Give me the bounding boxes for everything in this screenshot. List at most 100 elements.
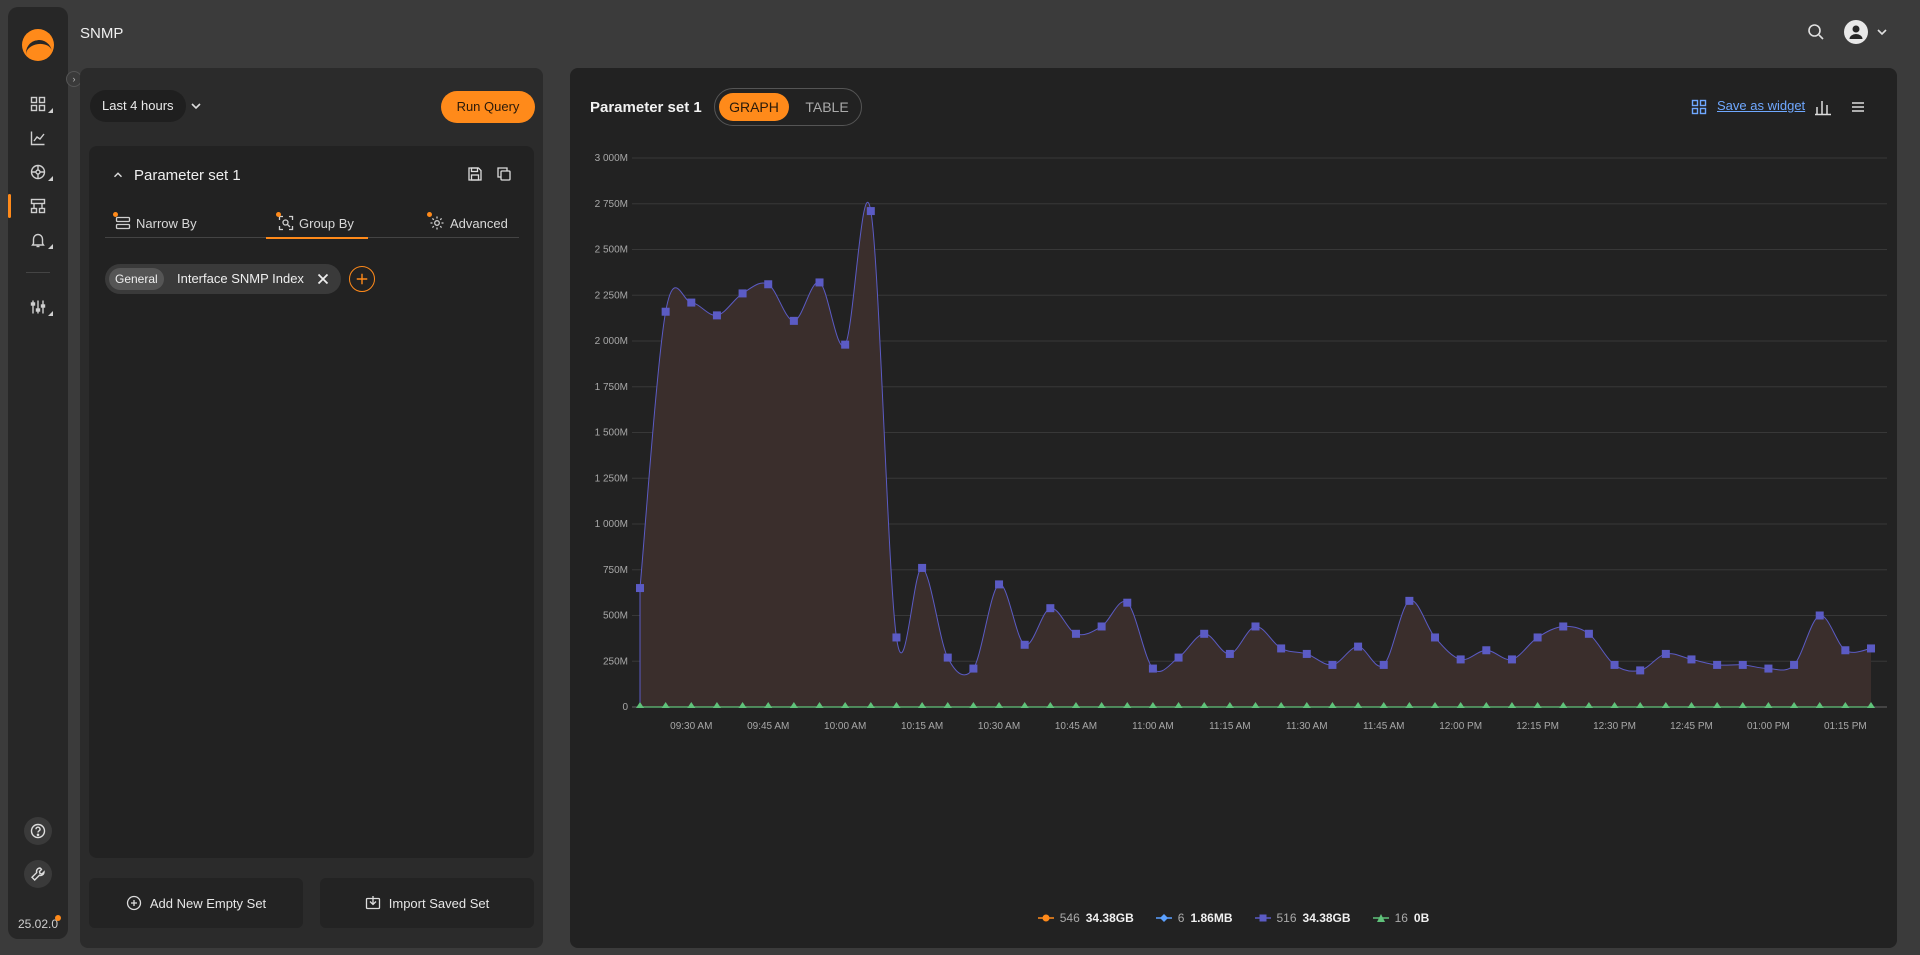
data-point-square: [1431, 633, 1440, 642]
x-tick-label: 10:30 AM: [978, 721, 1020, 732]
x-tick-label: 10:15 AM: [901, 721, 943, 732]
widget-icon[interactable]: [1691, 99, 1707, 115]
legend-label: 6: [1177, 911, 1185, 925]
parameter-set-card: Parameter set 1 Narrow By Group By Advan…: [89, 146, 534, 858]
data-point-square: [1251, 622, 1260, 631]
data-point-square: [1867, 644, 1875, 653]
data-point-square: [1097, 622, 1106, 631]
data-point-square: [1738, 660, 1747, 669]
area-chart: 0 250M 500M 750M 1 000M 1 250M 1 500M 1 750M 2 0…: [595, 153, 1887, 732]
data-point-square: [1354, 642, 1363, 651]
run-query-button[interactable]: Run Query: [441, 91, 535, 123]
x-tick-label: 11:00 AM: [1132, 721, 1174, 732]
legend-item[interactable]: 16 0B: [1372, 911, 1429, 925]
data-point-square: [815, 278, 824, 287]
data-point-square: [764, 280, 773, 289]
data-point-square: [866, 207, 875, 216]
hierarchy-icon: [30, 198, 46, 214]
close-icon[interactable]: [315, 271, 331, 287]
group-by-icon: [278, 215, 294, 231]
chevron-up-icon[interactable]: [111, 168, 125, 182]
data-point-square: [1687, 655, 1696, 664]
user-avatar[interactable]: [1844, 20, 1868, 44]
chevron-down-icon[interactable]: [188, 98, 204, 114]
status-dot: [276, 212, 281, 217]
menu-icon[interactable]: [1849, 98, 1867, 116]
sidebar-divider: [26, 272, 50, 273]
sidebar-item-alerts[interactable]: [8, 225, 68, 255]
legend-item[interactable]: 546 34.38GB: [1037, 911, 1134, 925]
data-point-square: [1790, 660, 1799, 669]
data-point-square: [1636, 666, 1645, 675]
view-graph-button[interactable]: GRAPH: [719, 93, 789, 121]
sliders-icon: [30, 300, 46, 314]
help-button[interactable]: [24, 817, 52, 845]
search-icon[interactable]: [1806, 22, 1826, 42]
data-point-square: [892, 633, 901, 642]
data-point-square: [1841, 646, 1850, 655]
plus-circle-icon: [126, 895, 141, 911]
y-tick-label: 2 250M: [595, 290, 628, 301]
legend-item[interactable]: 516 34.38GB: [1254, 911, 1351, 925]
legend-value: 34.38GB: [1302, 911, 1351, 925]
x-tick-label: 11:45 AM: [1363, 721, 1405, 732]
x-tick-label: 10:00 AM: [824, 721, 866, 732]
sidebar-item-settings[interactable]: [8, 292, 68, 322]
data-point-square: [995, 580, 1004, 589]
gear-icon: [430, 216, 444, 230]
tab-advanced[interactable]: Advanced: [427, 208, 508, 238]
group-by-chip[interactable]: General Interface SNMP Index: [105, 264, 341, 294]
button-label: Import Saved Set: [388, 895, 490, 911]
view-table-button[interactable]: TABLE: [797, 93, 857, 121]
data-point-square: [969, 664, 978, 673]
sidebar-item-dashboards[interactable]: [8, 89, 68, 119]
data-point-square: [636, 584, 644, 593]
x-tick-label: 11:15 AM: [1209, 721, 1251, 732]
bell-icon: [31, 233, 45, 248]
dashboard-icon: [30, 96, 46, 112]
bar-chart-icon[interactable]: [1814, 98, 1832, 116]
add-new-empty-set-button[interactable]: Add New Empty Set: [89, 878, 303, 928]
save-icon[interactable]: [467, 166, 483, 182]
data-point-square: [1148, 664, 1157, 673]
data-point-square: [1379, 660, 1388, 669]
y-tick-label: 2 750M: [595, 199, 628, 210]
sidebar-item-analytics[interactable]: [8, 123, 68, 153]
chart-legend: 546 34.38GB 6 1.86MB 516 34.38GB 16 0B: [570, 911, 1897, 925]
x-tick-label: 01:00 PM: [1747, 721, 1790, 732]
parameter-tabs: Narrow By Group By Advanced: [105, 208, 519, 239]
nav-rail: ›: [8, 7, 82, 939]
data-point-square: [1610, 660, 1619, 669]
x-tick-label: 12:45 PM: [1670, 721, 1713, 732]
data-point-square: [1713, 660, 1722, 669]
wrench-icon: [31, 867, 45, 881]
legend-value: 34.38GB: [1085, 911, 1134, 925]
import-saved-set-button[interactable]: Import Saved Set: [320, 878, 534, 928]
status-dot: [427, 212, 432, 217]
save-as-widget-link[interactable]: Save as widget: [1717, 98, 1805, 113]
x-tick-label: 09:30 AM: [670, 721, 712, 732]
legend-item[interactable]: 6 1.86MB: [1155, 911, 1233, 925]
add-group-by-button[interactable]: [349, 266, 375, 292]
copy-icon[interactable]: [496, 166, 512, 182]
data-point-square: [1405, 596, 1414, 605]
user-icon: [1849, 25, 1863, 39]
app-logo[interactable]: [22, 29, 54, 61]
y-tick-label: 2 000M: [595, 336, 628, 347]
y-tick-label: 250M: [603, 656, 628, 667]
chevron-down-icon[interactable]: [1874, 24, 1890, 40]
tab-narrow-by[interactable]: Narrow By: [113, 208, 197, 238]
chart-panel: 0 250M 500M 750M 1 000M 1 250M 1 500M 1 750M 2 0…: [570, 68, 1897, 948]
data-point-square: [1507, 655, 1516, 664]
sidebar-item-reports[interactable]: [8, 191, 68, 221]
legend-label: 516: [1276, 911, 1297, 925]
sidebar-item-network[interactable]: [8, 157, 68, 187]
tools-button[interactable]: [24, 860, 52, 888]
query-panel: Last 4 hours Run Query Parameter set 1 N…: [80, 68, 543, 948]
data-point-square: [1584, 629, 1593, 638]
tab-group-by[interactable]: Group By: [266, 208, 368, 239]
legend-label: 16: [1394, 911, 1408, 925]
data-point-square: [943, 653, 952, 662]
time-range-select[interactable]: Last 4 hours: [90, 90, 186, 122]
data-point-square: [1174, 653, 1183, 662]
